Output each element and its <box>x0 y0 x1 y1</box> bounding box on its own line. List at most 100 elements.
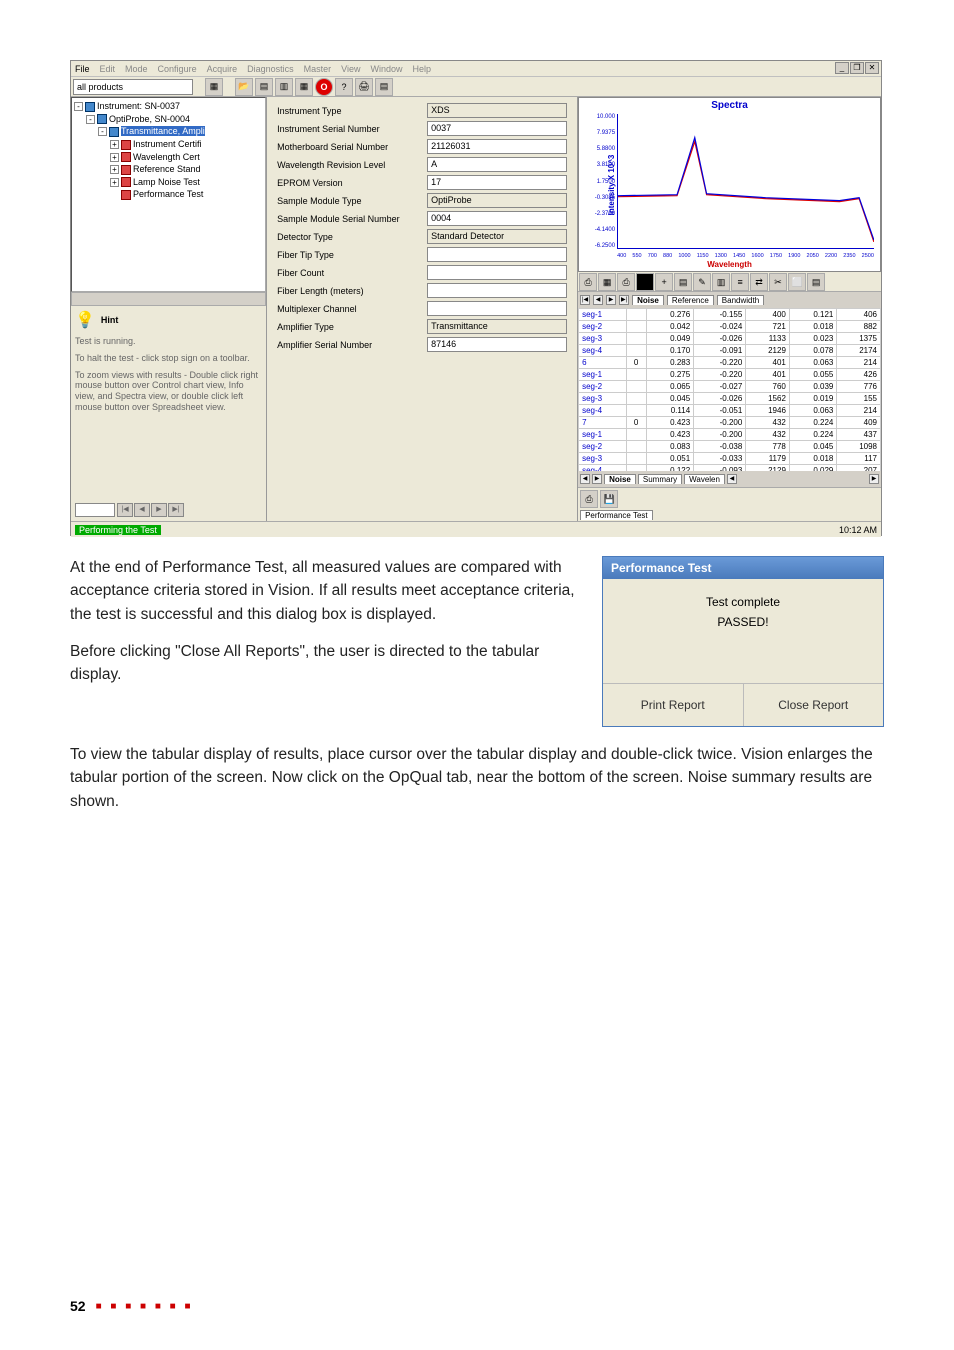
menu-help[interactable]: Help <box>413 64 432 74</box>
table-row[interactable]: seg-40.170-0.09121290.0782174 <box>579 345 881 357</box>
menu-file[interactable]: File <box>75 64 90 74</box>
menu-diagnostics[interactable]: Diagnostics <box>247 64 294 74</box>
expander-icon[interactable]: + <box>110 153 119 162</box>
tab-nav[interactable]: ▶ <box>606 295 616 305</box>
field-value[interactable]: 0037 <box>427 121 567 136</box>
tab-summary[interactable]: Summary <box>638 474 682 484</box>
menu-edit[interactable]: Edit <box>100 64 116 74</box>
tab-nav[interactable]: ▶| <box>619 295 629 305</box>
tab-performance-test[interactable]: Performance Test <box>580 510 653 520</box>
tree-label[interactable]: OptiProbe, SN-0004 <box>109 114 190 124</box>
table-row[interactable]: seg-10.275-0.2204010.055426 <box>579 369 881 381</box>
table-row[interactable]: seg-40.114-0.05119460.063214 <box>579 405 881 417</box>
instrument-tree[interactable]: -Instrument: SN-0037 -OptiProbe, SN-0004… <box>71 97 266 292</box>
table-row[interactable]: seg-30.045-0.02615620.019155 <box>579 393 881 405</box>
field-value[interactable]: 17 <box>427 175 567 190</box>
tool-btn[interactable]: ▤ <box>807 273 825 291</box>
tree-label[interactable]: Lamp Noise Test <box>133 177 200 187</box>
expander-icon[interactable]: - <box>74 102 83 111</box>
menu-master[interactable]: Master <box>304 64 332 74</box>
menu-mode[interactable]: Mode <box>125 64 148 74</box>
tab-nav[interactable]: |◀ <box>580 295 590 305</box>
nav-prev[interactable]: ◀ <box>134 503 150 517</box>
tab-noise[interactable]: Noise <box>604 474 636 484</box>
print-icon[interactable]: ⎙ <box>580 490 598 508</box>
product-combo[interactable]: all products <box>73 79 193 95</box>
tree-label[interactable]: Wavelength Cert <box>133 152 200 162</box>
table-row[interactable]: seg-30.051-0.03311790.018117 <box>579 453 881 465</box>
menu-acquire[interactable]: Acquire <box>207 64 238 74</box>
field-value[interactable] <box>427 283 567 298</box>
save-icon[interactable]: 💾 <box>600 490 618 508</box>
table-row[interactable]: seg-40.122-0.09321290.029207 <box>579 465 881 472</box>
menu-view[interactable]: View <box>341 64 360 74</box>
tool-btn[interactable]: ▥ <box>712 273 730 291</box>
expander-icon[interactable]: - <box>86 115 95 124</box>
toolbar-btn-4[interactable]: ▦ <box>295 78 313 96</box>
menu-window[interactable]: Window <box>371 64 403 74</box>
tab-nav[interactable]: ▶ <box>592 474 602 484</box>
tool-btn[interactable]: + <box>655 273 673 291</box>
field-value[interactable]: 21126031 <box>427 139 567 154</box>
toolbar-btn-2[interactable]: ▤ <box>255 78 273 96</box>
nav-next[interactable]: ▶ <box>151 503 167 517</box>
tool-btn[interactable]: ✎ <box>693 273 711 291</box>
horizontal-scrollbar[interactable] <box>71 292 266 306</box>
tab-nav[interactable]: ◀ <box>727 474 737 484</box>
expander-icon[interactable]: + <box>110 165 119 174</box>
expander-icon[interactable]: - <box>98 127 107 136</box>
table-row[interactable]: seg-10.423-0.2004320.224437 <box>579 429 881 441</box>
field-value[interactable]: 87146 <box>427 337 567 352</box>
field-value[interactable] <box>427 301 567 316</box>
expander-icon[interactable]: + <box>110 178 119 187</box>
toolbar-btn-print[interactable]: 🖨 <box>355 78 373 96</box>
maximize-button[interactable]: ❐ <box>850 62 864 74</box>
tree-label[interactable]: Instrument: SN-0037 <box>97 101 180 111</box>
nav-last[interactable]: ▶| <box>168 503 184 517</box>
field-value[interactable] <box>427 247 567 262</box>
table-row[interactable]: seg-20.083-0.0387780.0451098 <box>579 441 881 453</box>
field-value[interactable]: 0004 <box>427 211 567 226</box>
expander-icon[interactable]: + <box>110 140 119 149</box>
menu-configure[interactable]: Configure <box>158 64 197 74</box>
tool-btn[interactable]: ⎙ <box>579 273 597 291</box>
table-row[interactable]: 600.283-0.2204010.063214 <box>579 357 881 369</box>
nav-first[interactable]: |◀ <box>117 503 133 517</box>
close-button[interactable]: ✕ <box>865 62 879 74</box>
close-report-button[interactable]: Close Report <box>743 684 884 726</box>
toolbar-btn-open[interactable]: 📂 <box>235 78 253 96</box>
tab-noise[interactable]: Noise <box>632 295 664 305</box>
tree-label[interactable]: Transmittance, Ampli <box>121 126 205 136</box>
toolbar-btn-1[interactable]: ▦ <box>205 78 223 96</box>
table-row[interactable]: seg-10.276-0.1554000.121406 <box>579 309 881 321</box>
table-row[interactable]: 700.423-0.2004320.224409 <box>579 417 881 429</box>
tab-nav[interactable]: ▶ <box>869 474 879 484</box>
tab-wavelen[interactable]: Wavelen <box>684 474 725 484</box>
stop-button[interactable]: O <box>315 78 333 96</box>
tab-bandwidth[interactable]: Bandwidth <box>717 295 764 305</box>
help-button[interactable]: ? <box>335 78 353 96</box>
tool-btn[interactable] <box>636 273 654 291</box>
tree-label[interactable]: Instrument Certifi <box>133 139 202 149</box>
table-row[interactable]: seg-20.042-0.0247210.018882 <box>579 321 881 333</box>
hint-select[interactable] <box>75 503 115 517</box>
print-report-button[interactable]: Print Report <box>603 684 743 726</box>
spectra-plot[interactable]: Spectra Intensity X 10^3 10.0007.93755.8… <box>578 97 881 272</box>
toolbar-btn-3[interactable]: ▥ <box>275 78 293 96</box>
tool-btn[interactable]: ✂ <box>769 273 787 291</box>
field-value[interactable] <box>427 265 567 280</box>
table-row[interactable]: seg-20.065-0.0277600.039776 <box>579 381 881 393</box>
tool-btn[interactable]: ⬜ <box>788 273 806 291</box>
field-value[interactable]: A <box>427 157 567 172</box>
toolbar-btn-5[interactable]: ▤ <box>375 78 393 96</box>
minimize-button[interactable]: _ <box>835 62 849 74</box>
tab-reference[interactable]: Reference <box>667 295 714 305</box>
tool-btn[interactable]: ⇄ <box>750 273 768 291</box>
tool-btn[interactable]: ⎙ <box>617 273 635 291</box>
tab-nav[interactable]: ◀ <box>580 474 590 484</box>
tree-label[interactable]: Performance Test <box>133 189 203 199</box>
tool-btn[interactable]: ▤ <box>674 273 692 291</box>
tab-nav[interactable]: ◀ <box>593 295 603 305</box>
tool-btn[interactable]: ▦ <box>598 273 616 291</box>
results-table[interactable]: seg-10.276-0.1554000.121406seg-20.042-0.… <box>578 308 881 471</box>
